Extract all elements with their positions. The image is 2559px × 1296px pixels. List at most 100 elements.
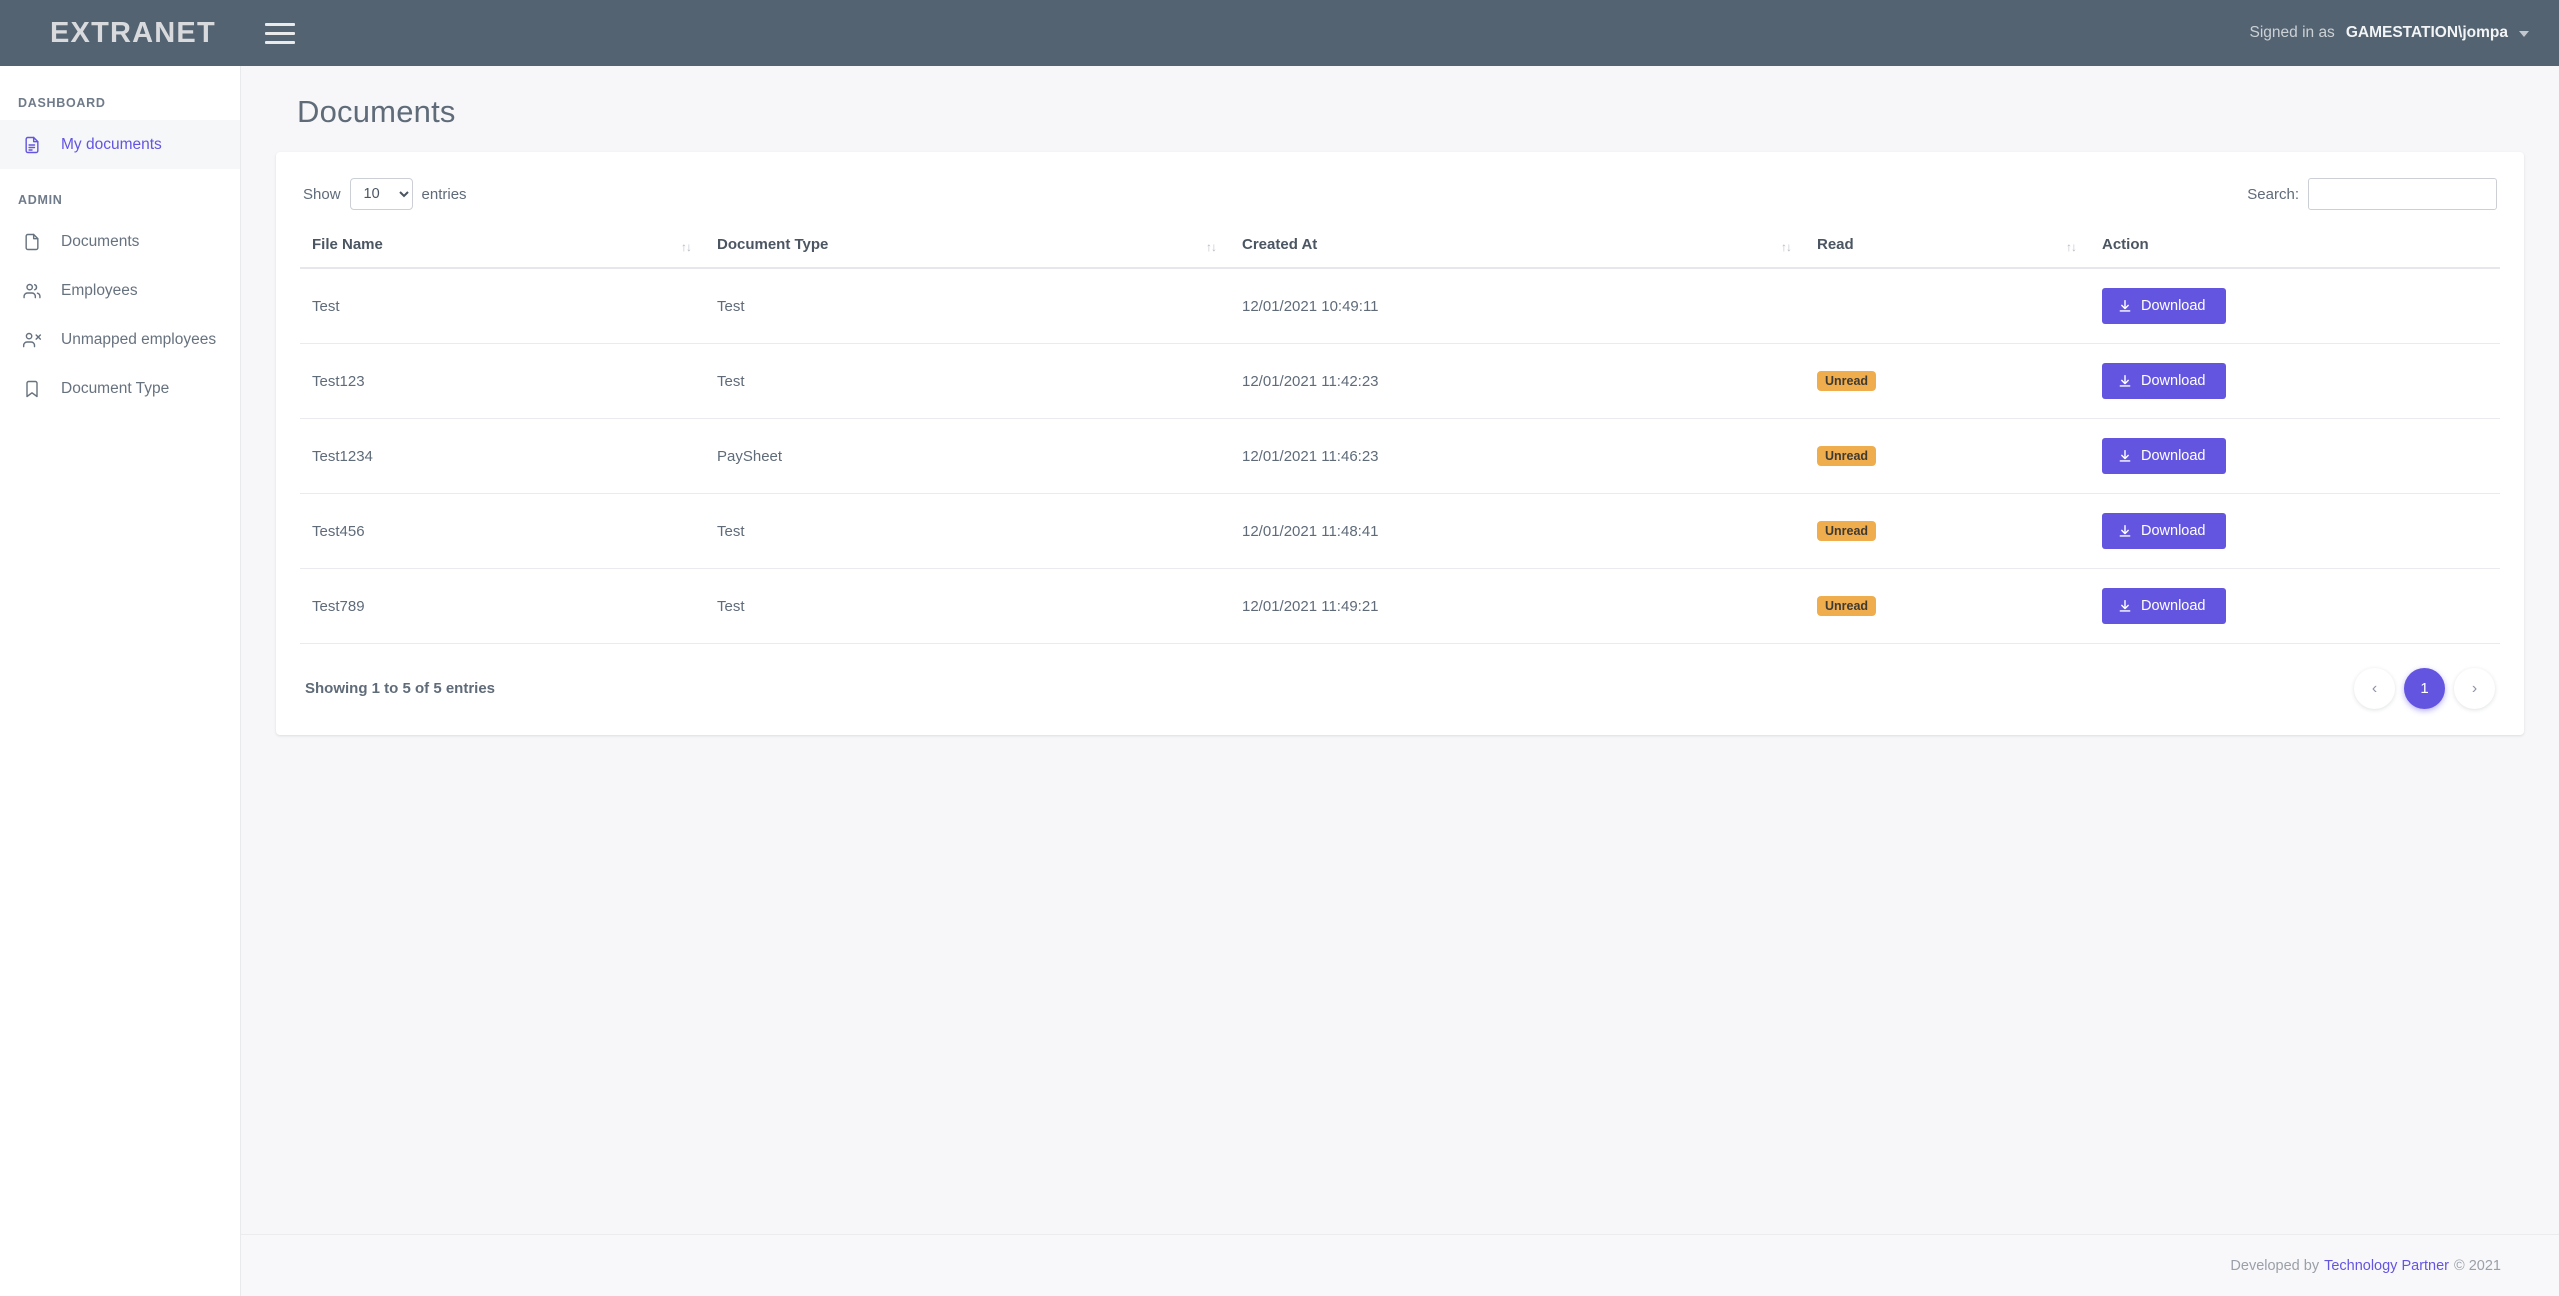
cell-created-at: 12/01/2021 11:49:21 xyxy=(1230,568,1805,644)
show-entries-control: Show 10 25 50 100 entries xyxy=(303,178,467,210)
cell-file-name: Test123 xyxy=(300,343,705,419)
cell-read xyxy=(1805,268,2090,344)
cell-created-at: 12/01/2021 10:49:11 xyxy=(1230,268,1805,344)
cell-file-name: Test xyxy=(300,268,705,344)
signed-in-prefix: Signed in as xyxy=(2249,24,2335,41)
table-footer: Showing 1 to 5 of 5 entries ‹ 1 › xyxy=(300,644,2500,715)
cell-file-name: Test789 xyxy=(300,568,705,644)
hamburger-icon[interactable] xyxy=(265,18,299,48)
sidebar-item-label: My documents xyxy=(61,135,162,153)
cell-document-type: Test xyxy=(705,493,1230,569)
cell-created-at: 12/01/2021 11:42:23 xyxy=(1230,343,1805,419)
pagination: ‹ 1 › xyxy=(2354,668,2495,709)
sidebar-item-label: Unmapped employees xyxy=(61,330,217,348)
cell-action: Download xyxy=(2090,343,2500,419)
status-badge-unread: Unread xyxy=(1817,445,1877,467)
pagination-next[interactable]: › xyxy=(2454,668,2495,709)
sort-updown-icon: ↑↓ xyxy=(1781,239,1792,254)
download-icon xyxy=(2118,599,2132,613)
footer-copyright: © 2021 xyxy=(2454,1257,2501,1274)
search-label: Search: xyxy=(2247,185,2299,203)
bookmark-icon xyxy=(22,379,42,399)
status-badge-unread: Unread xyxy=(1817,370,1877,392)
table-controls: Show 10 25 50 100 entries Search: xyxy=(300,174,2500,214)
table-row: Test1234 PaySheet 12/01/2021 11:46:23 Unrea… xyxy=(300,418,2500,494)
download-button[interactable]: Download xyxy=(2102,288,2226,324)
documents-card: Show 10 25 50 100 entries Search: File N… xyxy=(276,152,2524,735)
column-header-document-type[interactable]: Document Type ↑↓ xyxy=(705,226,1230,269)
cell-read: Unread xyxy=(1805,343,2090,419)
sidebar-item-label: Document Type xyxy=(61,379,170,397)
download-button-label: Download xyxy=(2141,448,2206,464)
show-label: Show xyxy=(303,185,341,203)
top-navbar: EXTRANET Signed in as GAMESTATION\jompa xyxy=(0,0,2559,66)
user-menu[interactable]: Signed in as GAMESTATION\jompa xyxy=(2250,24,2559,42)
status-badge-unread: Unread xyxy=(1817,595,1877,617)
column-header-created-at[interactable]: Created At ↑↓ xyxy=(1230,226,1805,269)
column-label: Document Type xyxy=(717,236,829,253)
footer-developed-by: Developed by xyxy=(2230,1257,2320,1274)
cell-read: Unread xyxy=(1805,493,2090,569)
sidebar-item-my-documents[interactable]: My documents xyxy=(0,120,240,169)
download-icon xyxy=(2118,524,2132,538)
search-input[interactable] xyxy=(2308,178,2497,210)
cell-action: Download xyxy=(2090,568,2500,644)
column-header-action[interactable]: Action xyxy=(2090,226,2500,269)
cell-read: Unread xyxy=(1805,418,2090,494)
table-header-row: File Name ↑↓ Document Type ↑↓ Created At… xyxy=(300,226,2500,269)
sidebar-item-unmapped-employees[interactable]: Unmapped employees xyxy=(0,315,240,364)
table-row: Test Test 12/01/2021 10:49:11 Download xyxy=(300,268,2500,344)
download-button[interactable]: Download xyxy=(2102,513,2226,549)
documents-table: File Name ↑↓ Document Type ↑↓ Created At… xyxy=(300,226,2500,644)
download-button[interactable]: Download xyxy=(2102,438,2226,474)
download-icon xyxy=(2118,449,2132,463)
sidebar-item-label: Employees xyxy=(61,281,138,299)
cell-created-at: 12/01/2021 11:46:23 xyxy=(1230,418,1805,494)
table-row: Test789 Test 12/01/2021 11:49:21 Unread Down… xyxy=(300,568,2500,644)
entries-per-page-select[interactable]: 10 25 50 100 xyxy=(349,178,413,210)
sidebar-item-documents[interactable]: Documents xyxy=(0,217,240,266)
main-content: Documents Show 10 25 50 100 entries Sear… xyxy=(241,66,2559,1234)
sort-updown-icon: ↑↓ xyxy=(1206,239,1217,254)
sidebar-item-label: Documents xyxy=(61,232,140,250)
cell-action: Download xyxy=(2090,418,2500,494)
pagination-page-1[interactable]: 1 xyxy=(2404,668,2445,709)
cell-document-type: Test xyxy=(705,268,1230,344)
search-control: Search: xyxy=(2247,178,2497,210)
users-icon xyxy=(22,281,42,301)
user-remove-icon xyxy=(22,330,42,350)
cell-document-type: Test xyxy=(705,343,1230,419)
column-header-read[interactable]: Read ↑↓ xyxy=(1805,226,2090,269)
cell-read: Unread xyxy=(1805,568,2090,644)
brand-logo[interactable]: EXTRANET xyxy=(0,18,241,48)
column-label: Created At xyxy=(1242,236,1318,253)
column-header-file-name[interactable]: File Name ↑↓ xyxy=(300,226,705,269)
page-title: Documents xyxy=(297,94,456,129)
download-icon xyxy=(2118,374,2132,388)
download-button[interactable]: Download xyxy=(2102,588,2226,624)
download-button-label: Download xyxy=(2141,298,2206,314)
footer-partner-link[interactable]: Technology Partner xyxy=(2324,1258,2449,1274)
page-footer: Developed by Technology Partner © 2021 xyxy=(241,1234,2559,1296)
sidebar-heading-admin: ADMIN xyxy=(18,193,63,207)
sidebar-item-document-type[interactable]: Document Type xyxy=(0,364,240,413)
entries-info: Showing 1 to 5 of 5 entries xyxy=(305,680,496,697)
sort-updown-icon: ↑↓ xyxy=(681,239,692,254)
cell-action: Download xyxy=(2090,268,2500,344)
column-label: File Name xyxy=(312,236,383,253)
cell-document-type: Test xyxy=(705,568,1230,644)
file-icon xyxy=(22,232,42,252)
status-badge-unread: Unread xyxy=(1817,520,1877,542)
table-row: Test456 Test 12/01/2021 11:48:41 Unread Down… xyxy=(300,493,2500,569)
entries-label: entries xyxy=(421,185,467,203)
sidebar-item-employees[interactable]: Employees xyxy=(0,266,240,315)
download-button[interactable]: Download xyxy=(2102,363,2226,399)
hamburger-bar xyxy=(265,40,295,44)
signed-in-username: GAMESTATION\jompa xyxy=(2345,24,2508,41)
sidebar: DASHBOARD My documents ADMIN Documents E… xyxy=(0,66,241,1296)
column-label: Read xyxy=(1817,236,1854,253)
pagination-previous[interactable]: ‹ xyxy=(2354,668,2395,709)
document-text-icon xyxy=(22,135,42,155)
sort-updown-icon: ↑↓ xyxy=(2066,239,2077,254)
download-button-label: Download xyxy=(2141,598,2206,614)
